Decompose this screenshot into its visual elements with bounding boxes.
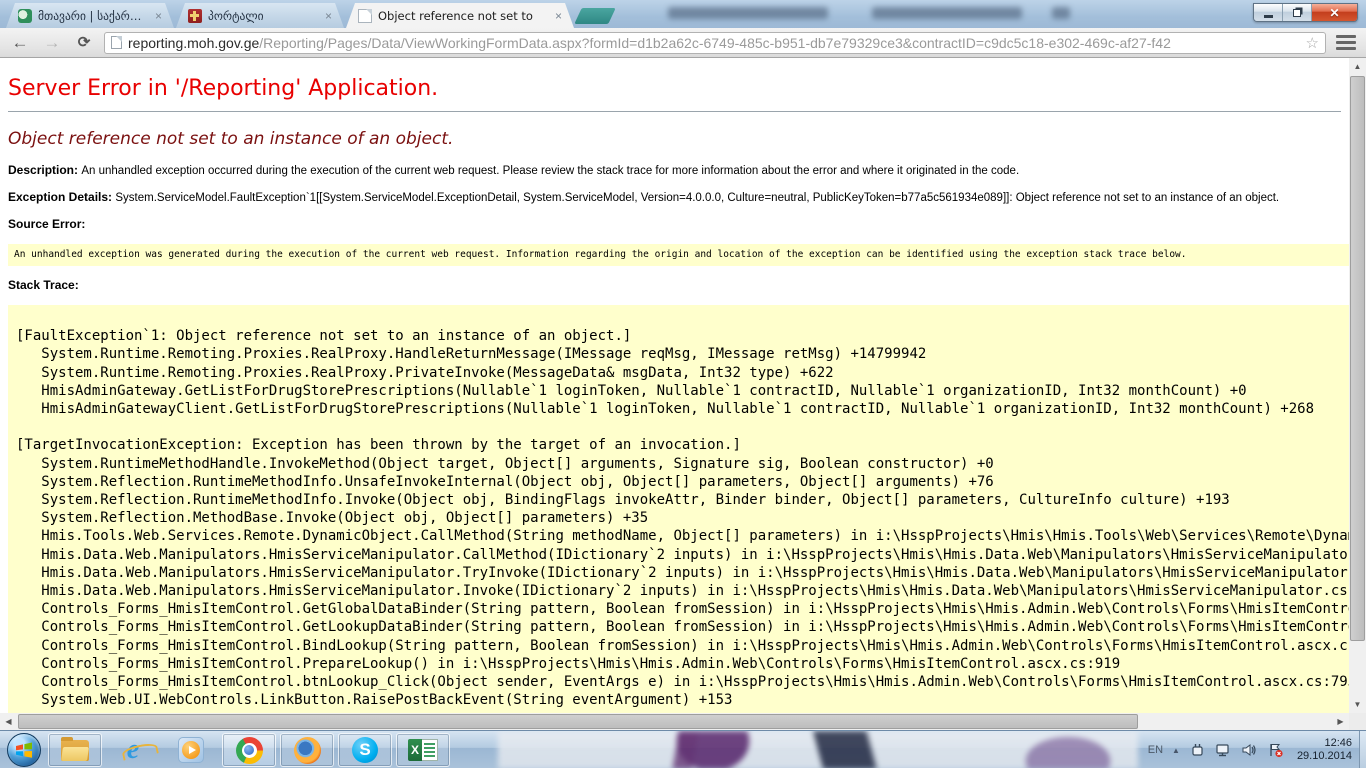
source-error-box: An unhandled exception was generated dur… [8,244,1349,266]
background-window-artifact [1052,7,1070,19]
exception-details-text: System.ServiceModel.FaultException`1[[Sy… [115,192,1279,204]
taskbar-explorer-button[interactable] [48,733,102,767]
scroll-down-arrow[interactable]: ▼ [1349,696,1366,713]
scroll-right-arrow[interactable]: ▶ [1332,713,1349,730]
network-icon[interactable] [1215,742,1232,758]
description-label: Description: [8,163,81,177]
system-tray: EN ▲ 1 [1148,731,1366,768]
vertical-scrollbar[interactable]: ▲ ▼ [1349,58,1366,713]
tab-title: პორტალი [208,9,317,23]
new-tab-button[interactable] [574,8,615,24]
show-hidden-icons-button[interactable]: ▲ [1172,746,1180,755]
exception-details-label: Exception Details: [8,190,115,204]
tab-portal[interactable]: პორტალი × [176,3,344,28]
bookmark-star-icon[interactable]: ☆ [1306,34,1319,52]
taskbar-buttons: e S X [48,732,454,768]
horizontal-scroll-thumb[interactable] [18,714,1138,729]
chrome-menu-button[interactable] [1334,33,1358,52]
tab-error-page[interactable]: Object reference not set to × [346,3,574,28]
page-viewport: Server Error in '/Reporting' Application… [0,58,1366,730]
error-page-content: Server Error in '/Reporting' Application… [0,58,1349,713]
taskbar-chrome-button[interactable] [222,733,276,767]
description-text: An unhandled exception occurred during t… [81,165,1019,177]
stack-trace-label: Stack Trace: [8,278,1349,292]
minimize-button[interactable] [1254,4,1283,21]
excel-icon: X [408,739,438,761]
divider [8,111,1341,112]
restore-icon [1293,9,1301,17]
taskbar-internet-explorer-button[interactable]: e [106,733,160,767]
language-indicator[interactable]: EN [1148,744,1163,756]
start-button[interactable] [7,733,41,767]
action-center-flag-icon[interactable] [1267,742,1284,758]
page-icon [111,36,122,49]
desktop-screen: მთავარი | საქართველოს × პორტალი × Object… [0,0,1366,768]
windows-flag-icon [15,741,33,759]
chrome-icon [236,737,263,764]
scroll-up-arrow[interactable]: ▲ [1349,58,1366,75]
tab-close-icon[interactable]: × [323,9,334,23]
wallpaper-blur [498,731,1138,768]
tab-close-icon[interactable]: × [153,9,164,23]
volume-icon[interactable] [1241,742,1258,758]
forward-button[interactable]: → [40,34,64,51]
excel-sheet-icon [422,739,438,761]
url-path: /Reporting/Pages/Data/ViewWorkingFormDat… [259,35,1171,51]
taskbar-excel-button[interactable]: X [396,733,450,767]
source-error-label: Source Error: [8,217,1349,231]
taskbar-media-player-button[interactable] [164,733,218,767]
tab-favicon-masks-icon [18,9,32,23]
restore-button[interactable] [1283,4,1312,21]
tab-title: Object reference not set to [378,9,547,23]
error-subtitle: Object reference not set to an instance … [8,129,1349,149]
show-desktop-button[interactable] [1359,731,1366,768]
taskbar: e S X EN ▲ [0,730,1366,768]
back-button[interactable]: ← [8,34,32,51]
exception-details-line: Exception Details: System.ServiceModel.F… [8,190,1349,204]
tab-title: მთავარი | საქართველოს [38,9,147,23]
stack-trace-box: [FaultException`1: Object reference not … [8,305,1349,713]
browser-toolbar: ← → ⟳ reporting.moh.gov.ge/Reporting/Pag… [0,28,1366,58]
background-window-artifact [668,7,828,19]
scroll-left-arrow[interactable]: ◀ [0,713,17,730]
background-window-artifact [872,7,1022,19]
horizontal-scrollbar[interactable]: ◀ ▶ [0,713,1349,730]
scrollbar-corner [1349,713,1366,730]
url-text: reporting.moh.gov.ge/Reporting/Pages/Dat… [128,35,1300,51]
tab-home-georgian[interactable]: მთავარი | საქართველოს × [6,3,174,28]
internet-explorer-icon: e [127,736,139,764]
url-domain: reporting.moh.gov.ge [128,35,259,51]
tab-favicon-page-icon [358,9,372,23]
tab-strip: მთავარი | საქართველოს × პორტალი × Object… [6,3,612,28]
clock-time: 12:46 [1297,737,1352,750]
tab-favicon-coat-of-arms-icon [188,9,202,23]
vertical-scroll-thumb[interactable] [1350,76,1365,641]
taskbar-skype-button[interactable]: S [338,733,392,767]
power-plug-icon[interactable] [1189,742,1206,758]
media-player-icon [178,737,204,763]
close-icon: ✕ [1329,6,1339,20]
firefox-icon [294,737,321,764]
skype-icon: S [352,737,378,763]
taskbar-firefox-button[interactable] [280,733,334,767]
address-bar[interactable]: reporting.moh.gov.ge/Reporting/Pages/Dat… [104,32,1326,54]
clock[interactable]: 12:46 29.10.2014 [1297,737,1352,763]
browser-titlebar: მთავარი | საქართველოს × პორტალი × Object… [0,0,1366,28]
explorer-folder-icon [61,740,89,761]
close-button[interactable]: ✕ [1312,4,1357,21]
tab-close-icon[interactable]: × [553,9,564,23]
minimize-icon [1264,15,1273,18]
description-line: Description: An unhandled exception occu… [8,163,1349,177]
window-controls: ✕ [1253,3,1358,22]
error-title: Server Error in '/Reporting' Application… [8,76,1349,101]
clock-date: 29.10.2014 [1297,750,1352,763]
reload-button[interactable]: ⟳ [72,35,96,50]
